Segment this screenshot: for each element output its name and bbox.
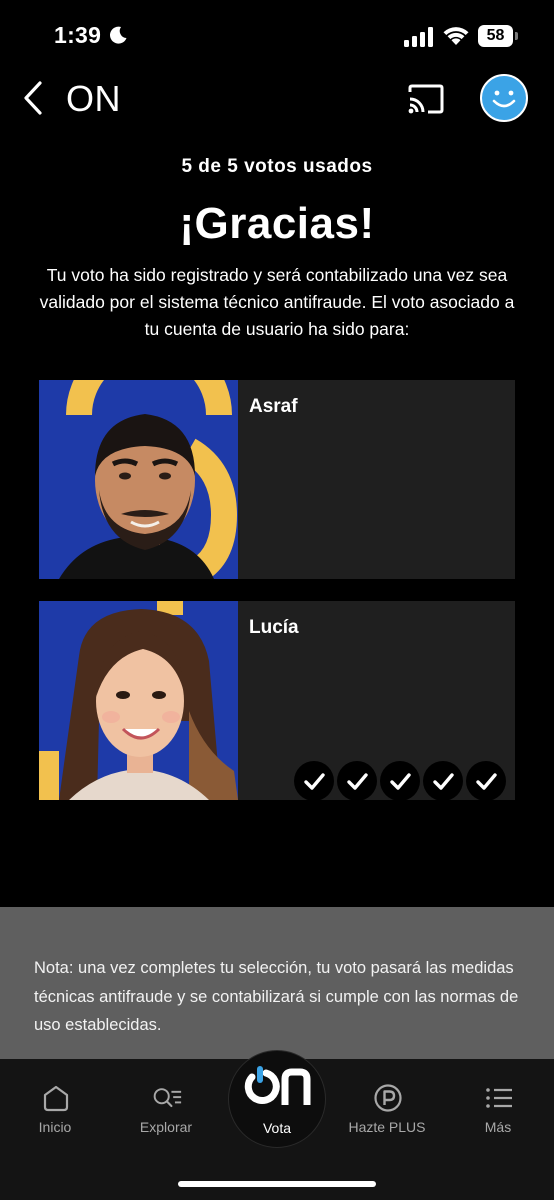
tab-label: Inicio (38, 1119, 72, 1135)
battery-icon: 58 (478, 25, 518, 47)
on-logo-icon (244, 1066, 311, 1105)
portrait-woman-photo (39, 601, 238, 800)
signal-icon (404, 27, 433, 47)
tab-label: Vota (262, 1120, 292, 1136)
check-icon (294, 761, 334, 801)
tab-inicio[interactable]: Inicio (5, 1059, 105, 1149)
status-bar: 1:39 58 (0, 0, 554, 74)
plus-p-icon (374, 1084, 402, 1112)
moon-icon (110, 26, 127, 44)
tab-hazte-plus[interactable]: Hazte PLUS (337, 1059, 437, 1149)
candidate-name: Asraf (249, 396, 298, 417)
back-icon[interactable] (20, 80, 48, 116)
check-icon (380, 761, 420, 801)
portrait-man-photo (39, 380, 238, 579)
check-icon (423, 761, 463, 801)
avatar-smile-icon (492, 90, 516, 108)
note-panel: Nota: una vez completes tu selección, tu… (0, 907, 554, 1059)
tab-mas[interactable]: Más (448, 1059, 548, 1149)
home-indicator (178, 1181, 376, 1187)
confirmation-message: Tu voto ha sido registrado y será contab… (39, 265, 515, 339)
search-list-icon (153, 1088, 182, 1107)
battery-level: 58 (478, 25, 513, 47)
status-time: 1:39 (54, 22, 102, 48)
cast-icon[interactable] (406, 83, 446, 115)
votes-used-counter: 5 de 5 votos usados (181, 156, 373, 177)
note-text: Nota: una vez completes tu selección, tu… (34, 959, 519, 1034)
menu-list-icon (486, 1088, 512, 1108)
home-icon (43, 1085, 69, 1112)
candidate-card: Lucía (39, 601, 515, 801)
candidate-card: Asraf (39, 380, 515, 579)
battery-tip (515, 32, 518, 40)
tab-label: Más (484, 1119, 512, 1135)
candidate-name: Lucía (249, 617, 299, 638)
tab-explorar[interactable]: Explorar (116, 1059, 216, 1149)
tab-label: Explorar (139, 1119, 193, 1135)
thanks-title: ¡Gracias! (179, 199, 375, 248)
check-icon (337, 761, 377, 801)
tab-vota[interactable]: Vota (228, 1050, 326, 1148)
wifi-icon (443, 27, 469, 45)
page-title: ON (66, 78, 121, 119)
check-icon (466, 761, 506, 801)
tab-label: Hazte PLUS (348, 1119, 426, 1135)
avatar[interactable] (480, 74, 528, 122)
